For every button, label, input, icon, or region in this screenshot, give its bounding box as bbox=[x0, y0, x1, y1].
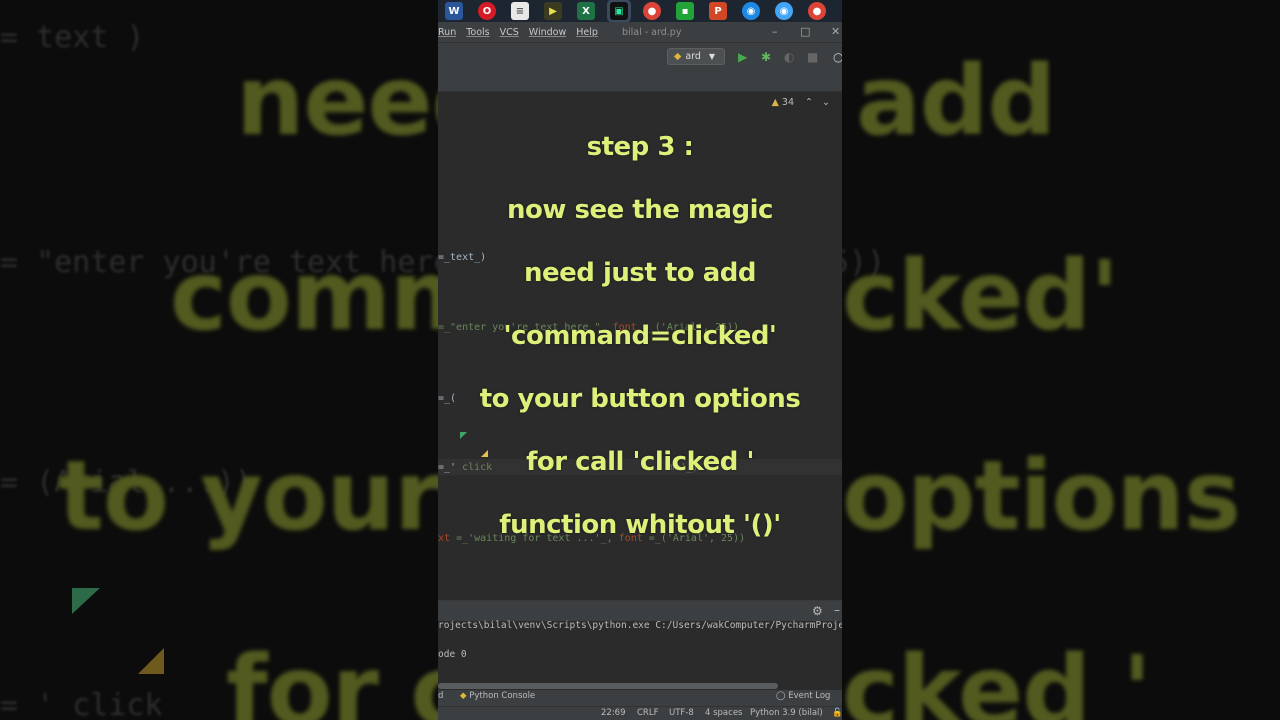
menu-help[interactable]: Help bbox=[576, 27, 598, 38]
tool-window-stub[interactable]: d bbox=[438, 691, 443, 701]
app-icon[interactable]: ▪ bbox=[676, 2, 694, 20]
bg-caption-word: for c bbox=[226, 635, 467, 720]
warnings-count: 34 bbox=[781, 97, 794, 108]
bg-gutter-marker bbox=[72, 588, 100, 614]
chevron-up-icon[interactable]: ⌃ bbox=[805, 97, 813, 108]
menu-window[interactable]: Window bbox=[529, 27, 566, 38]
python-console-button[interactable]: ◆ Python Console bbox=[460, 691, 535, 701]
menu-bar: Run Tools VCS Window Help bilal - ard.py… bbox=[438, 22, 842, 42]
console-line: rojects\bilal\venv\Scripts\python.exe C:… bbox=[438, 620, 842, 631]
vcs-added-marker bbox=[460, 432, 467, 439]
word-icon[interactable]: W bbox=[445, 2, 463, 20]
status-bar: 22:69 CRLF UTF-8 4 spaces Python 3.9 (bi… bbox=[438, 706, 842, 720]
search-icon[interactable]: ○ bbox=[833, 50, 842, 64]
chevron-down-icon: ▼ bbox=[708, 52, 716, 61]
bg-caption-word: to your bbox=[58, 440, 441, 552]
menu-vcs[interactable]: VCS bbox=[500, 27, 519, 38]
media-icon[interactable]: ▶ bbox=[544, 2, 562, 20]
document-icon[interactable]: ≡ bbox=[511, 2, 529, 20]
python-interpreter[interactable]: Python 3.9 (bilal) bbox=[750, 708, 823, 718]
gear-icon[interactable]: ⚙ bbox=[812, 604, 823, 618]
powerpoint-icon[interactable]: P bbox=[709, 2, 727, 20]
minimize-icon[interactable]: – bbox=[772, 25, 778, 38]
menu-run[interactable]: Run bbox=[438, 27, 456, 38]
run-tool-window: ⚙ – rojects\bilal\venv\Scripts\python.ex… bbox=[438, 600, 842, 691]
maximize-icon[interactable]: □ bbox=[800, 25, 810, 38]
main-toolbar: ◆ ard ▼ ▶ ✱ ◐ ■ ○ bbox=[438, 42, 842, 71]
caret-position[interactable]: 22:69 bbox=[601, 708, 626, 718]
event-log-label: Event Log bbox=[788, 691, 831, 701]
excel-icon[interactable]: X bbox=[577, 2, 595, 20]
caption-line: step 3 : bbox=[586, 132, 694, 162]
caption-line: for call 'clicked ' bbox=[526, 447, 754, 477]
windows-taskbar: W O ≡ ▶ X ▣ ● ▪ P ◉ ◉ ● bbox=[438, 0, 842, 22]
caption-line: 'command=clicked' bbox=[503, 321, 777, 351]
python-icon: ◆ bbox=[674, 51, 682, 62]
coverage-icon[interactable]: ◐ bbox=[784, 50, 794, 64]
console-line: ode 0 bbox=[438, 649, 467, 660]
lock-icon[interactable]: 🔓 bbox=[832, 708, 842, 718]
caption-line: function whitout '()' bbox=[499, 510, 781, 540]
close-icon[interactable]: ✕ bbox=[831, 25, 840, 38]
menu-tools[interactable]: Tools bbox=[466, 27, 489, 38]
tool-windows-bar: d ◆ Python Console ◯ Event Log bbox=[438, 690, 842, 706]
browser-icon[interactable]: ◉ bbox=[742, 2, 760, 20]
pycharm-icon[interactable]: ▣ bbox=[610, 2, 628, 20]
chrome-icon[interactable]: ● bbox=[643, 2, 661, 20]
event-log-button[interactable]: ◯ Event Log bbox=[776, 691, 830, 701]
run-panel-header: ⚙ – bbox=[438, 601, 842, 621]
inspection-widget[interactable]: ▲ 34 ⌃ ⌄ bbox=[772, 97, 830, 108]
horizontal-scrollbar[interactable] bbox=[438, 683, 778, 689]
line-separator[interactable]: CRLF bbox=[637, 708, 658, 718]
bg-caption-word: cked ' bbox=[842, 635, 1152, 720]
window-title: bilal - ard.py bbox=[621, 26, 682, 38]
run-icon[interactable]: ▶ bbox=[738, 50, 747, 64]
bg-caption-word: options bbox=[842, 440, 1241, 552]
caption-line: now see the magic bbox=[507, 195, 773, 225]
ide-window: W O ≡ ▶ X ▣ ● ▪ P ◉ ◉ ● Run Tools VCS Wi… bbox=[438, 0, 842, 720]
debug-icon[interactable]: ✱ bbox=[761, 50, 771, 64]
chevron-down-icon[interactable]: ⌄ bbox=[822, 97, 830, 108]
caption-line: need just to add bbox=[524, 258, 756, 288]
bg-code-line: = ' click bbox=[0, 688, 163, 720]
opera-icon[interactable]: O bbox=[478, 2, 496, 20]
browser2-icon[interactable]: ◉ bbox=[775, 2, 793, 20]
warning-icon: ▲ bbox=[771, 97, 779, 108]
run-config-label: ard bbox=[685, 51, 701, 62]
chrome2-icon[interactable]: ● bbox=[808, 2, 826, 20]
stop-icon[interactable]: ■ bbox=[807, 50, 818, 64]
run-configuration-select[interactable]: ◆ ard ▼ bbox=[667, 48, 725, 65]
bg-code-line: = text ) bbox=[0, 20, 145, 55]
event-log-icon: ◯ bbox=[776, 691, 786, 701]
python-console-label: Python Console bbox=[469, 691, 536, 701]
caption-line: to your button options bbox=[479, 384, 801, 414]
bg-caption-word: add bbox=[856, 45, 1056, 157]
python-icon: ◆ bbox=[460, 691, 467, 701]
bg-caption-word: cked' bbox=[842, 240, 1119, 352]
indent-setting[interactable]: 4 spaces bbox=[705, 708, 742, 718]
file-encoding[interactable]: UTF-8 bbox=[669, 708, 694, 718]
bg-gutter-marker bbox=[138, 648, 164, 674]
hide-icon[interactable]: – bbox=[834, 603, 840, 617]
editor-tabs-bar bbox=[438, 71, 842, 92]
